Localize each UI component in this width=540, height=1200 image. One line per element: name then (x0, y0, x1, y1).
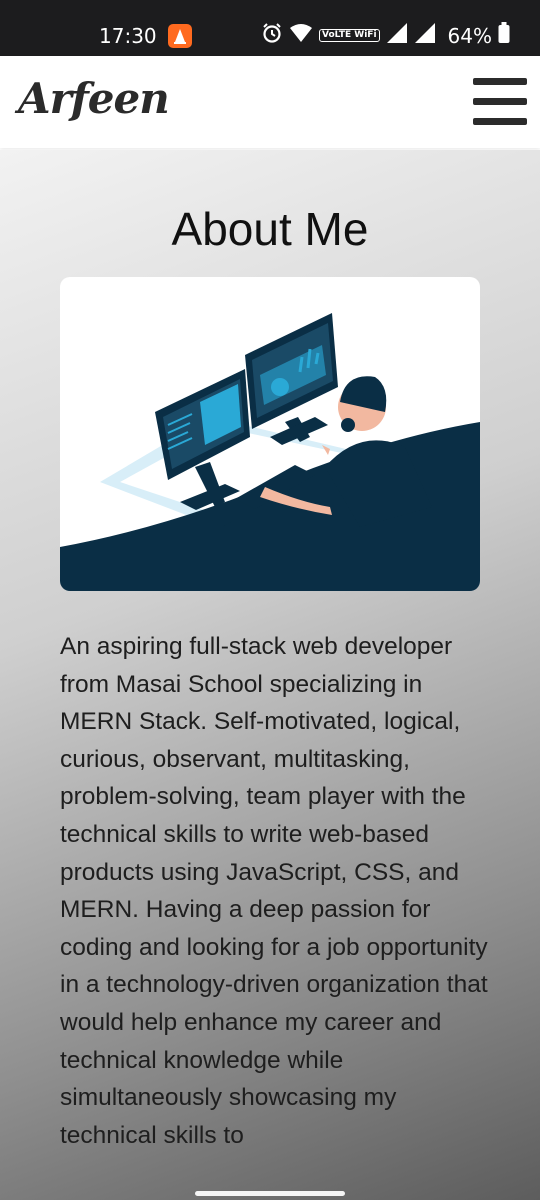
navbar: Arfeen (0, 56, 540, 148)
hamburger-icon[interactable] (473, 78, 527, 126)
home-indicator[interactable] (195, 1191, 345, 1196)
status-time: 17:30 (99, 24, 157, 48)
volte-wifi-label: VoLTE WiFi (318, 29, 380, 42)
battery-percent: 64% (447, 23, 492, 48)
battery-icon (498, 22, 510, 49)
site-logo[interactable]: Arfeen (18, 74, 170, 123)
bio-paragraph: An aspiring full-stack web developer fro… (60, 633, 488, 1149)
wifi-icon (289, 23, 313, 48)
about-section: About Me An aspiring full-stack web deve… (0, 150, 540, 1200)
hamburger-bar (473, 78, 527, 85)
signal-icon (386, 22, 408, 49)
monitor-right (245, 313, 338, 445)
alarm-icon (261, 22, 283, 49)
hamburger-bar (473, 118, 527, 125)
hamburger-bar (473, 98, 527, 105)
page-title: About Me (171, 203, 369, 255)
status-bar: 17:30 VoLTE WiFi 64% (0, 0, 540, 56)
status-icons: VoLTE WiFi 64% (261, 22, 510, 49)
signal-icon-2 (414, 22, 436, 49)
notification-icon (168, 24, 192, 48)
developer-illustration (60, 277, 480, 591)
